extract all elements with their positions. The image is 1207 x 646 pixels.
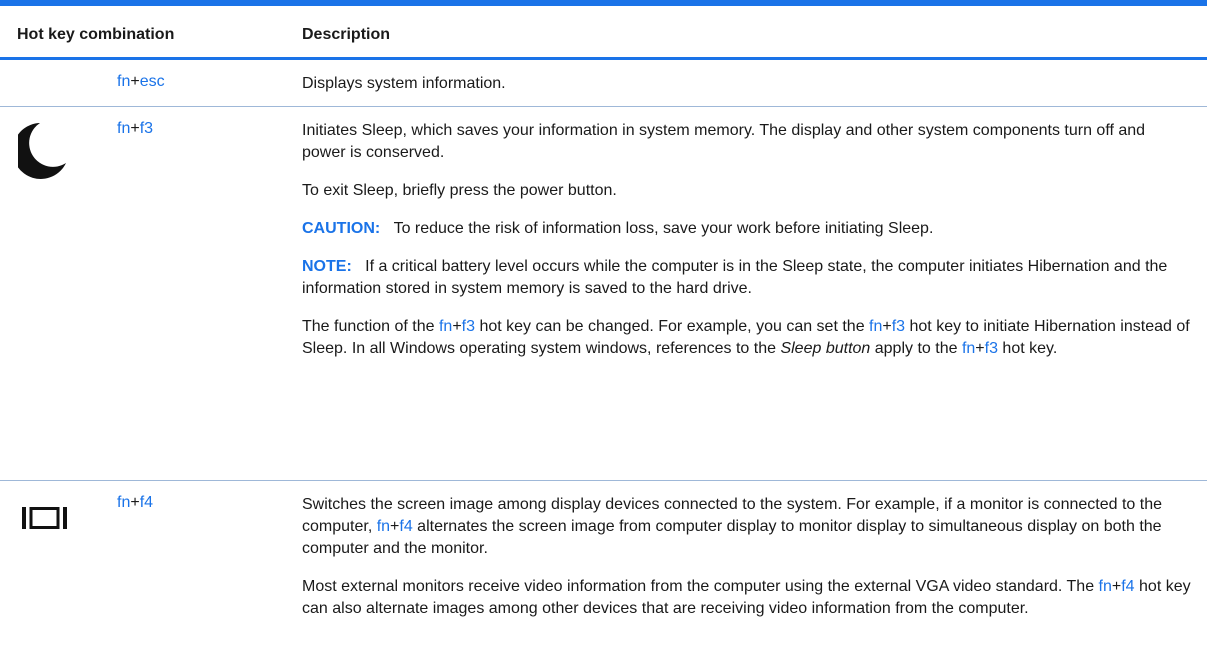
- hotkey-fn-f4: fn+f4: [117, 494, 153, 512]
- caution-label: CAUTION:: [302, 220, 381, 237]
- inline-key-fn: fn: [1098, 578, 1112, 595]
- hotkey-fn-esc: fn+esc: [117, 73, 165, 91]
- text-fragment: alternates the screen image from compute…: [302, 518, 1162, 557]
- key-plus: +: [130, 494, 140, 511]
- hotkey-table: Hot key combination Description fn+esc D…: [0, 0, 1207, 646]
- moon-icon: [12, 119, 68, 184]
- caution-text: To reduce the risk of information loss, …: [393, 220, 934, 237]
- desc-vga-standard: Most external monitors receive video inf…: [302, 576, 1192, 620]
- desc-sleep-intro: Initiates Sleep, which saves your inform…: [302, 122, 1146, 161]
- inline-key-fn: fn: [961, 340, 976, 357]
- text-fragment: apply to the: [870, 340, 962, 357]
- text-fragment: Most external monitors receive video inf…: [302, 578, 1099, 595]
- display-switch-icon: [22, 507, 70, 534]
- note-label: NOTE:: [302, 258, 352, 275]
- inline-key-f3: f3: [891, 318, 906, 335]
- key-f3: f3: [139, 120, 154, 137]
- table-header: Hot key combination Description: [0, 6, 1207, 57]
- sleep-button-italic: Sleep button: [780, 340, 871, 357]
- inline-key-f3: f3: [984, 340, 998, 357]
- description-fn-f3: Initiates Sleep, which saves your inform…: [302, 120, 1192, 376]
- text-fragment: hot key.: [997, 340, 1058, 357]
- caution-note: CAUTION: To reduce the risk of informati…: [302, 218, 1192, 240]
- inline-plus: +: [390, 518, 400, 535]
- key-fn: fn: [117, 120, 131, 137]
- inline-key-fn: fn: [869, 318, 883, 335]
- key-plus: +: [130, 73, 140, 90]
- inline-plus: +: [452, 318, 462, 335]
- table-row-fn-esc: fn+esc Displays system information.: [0, 60, 1207, 106]
- note-text: If a critical battery level occurs while…: [302, 258, 1168, 297]
- inline-key-fn: fn: [438, 318, 453, 335]
- inline-key-fn: fn: [376, 518, 391, 535]
- desc-paragraph: Displays system information.: [302, 75, 506, 92]
- hotkey-fn-f3: fn+f3: [117, 120, 153, 138]
- inline-key-f4: f4: [399, 518, 413, 535]
- key-f4: f4: [139, 494, 154, 511]
- key-esc: esc: [139, 73, 165, 90]
- inline-plus: +: [882, 318, 892, 335]
- header-hotkey-combination: Hot key combination: [17, 26, 175, 43]
- inline-key-f3: f3: [461, 318, 476, 335]
- key-plus: +: [130, 120, 140, 137]
- header-description: Description: [302, 26, 391, 43]
- inline-plus: +: [975, 340, 985, 357]
- desc-exit-sleep: To exit Sleep, briefly press the power b…: [302, 182, 617, 199]
- table-row-fn-f4: fn+f4 Switches the screen image among di…: [0, 481, 1207, 646]
- inline-plus: +: [1111, 578, 1122, 595]
- desc-function-change: The function of the fn+f3 hot key can be…: [302, 316, 1192, 360]
- text-fragment: hot key can be changed. For example, you…: [475, 318, 870, 335]
- desc-switch-display: Switches the screen image among display …: [302, 494, 1192, 560]
- table-row-fn-f3: fn+f3 Initiates Sleep, which saves your …: [0, 107, 1207, 480]
- note-paragraph: NOTE: If a critical battery level occurs…: [302, 256, 1192, 300]
- description-fn-esc: Displays system information.: [302, 73, 1192, 111]
- key-fn: fn: [117, 494, 131, 511]
- inline-key-f4: f4: [1121, 578, 1135, 595]
- description-fn-f4: Switches the screen image among display …: [302, 494, 1192, 636]
- key-fn: fn: [117, 73, 131, 90]
- text-fragment: The function of the: [302, 318, 439, 335]
